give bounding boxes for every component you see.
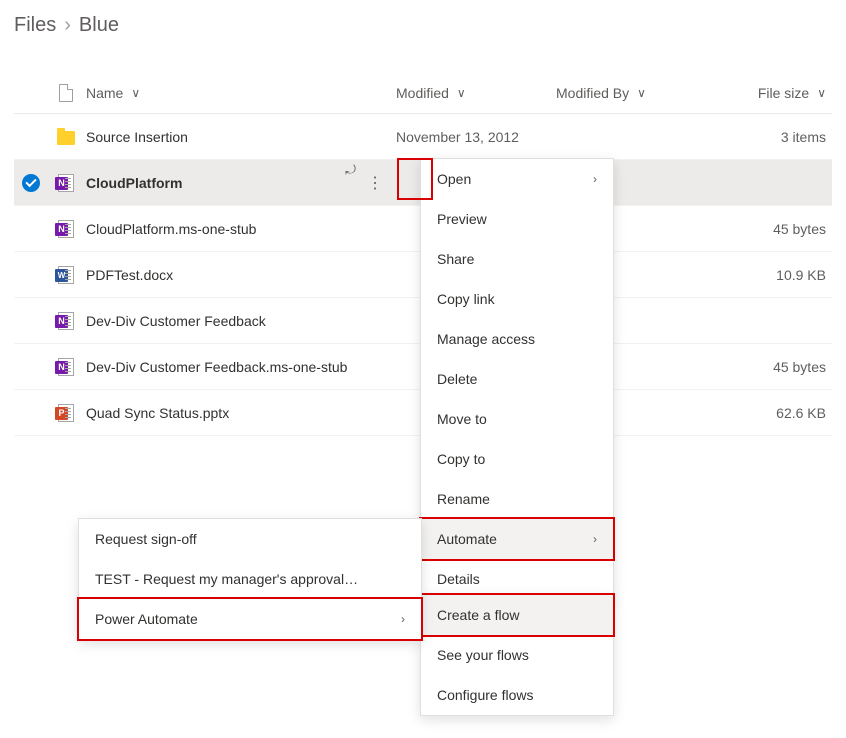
automate-submenu-item[interactable]: See your flows: [421, 635, 613, 675]
selected-check-icon[interactable]: [22, 174, 40, 192]
file-name[interactable]: CloudPlatform.ms-one-stub: [86, 221, 256, 237]
column-modified-by[interactable]: Modified By ∨: [556, 85, 712, 101]
automate-submenu: Create a flow See your flows Configure flo…: [420, 594, 614, 716]
power-automate-submenu: Request sign-off TEST - Request my manage…: [78, 518, 422, 640]
onenote-icon: [58, 358, 74, 376]
menu-item-label: Create a flow: [437, 607, 519, 623]
context-menu-item[interactable]: Move to: [421, 399, 613, 439]
power-automate-submenu-item[interactable]: TEST - Request my manager's approval…: [79, 559, 421, 599]
chevron-down-icon: ∨: [637, 86, 646, 100]
chevron-right-icon: ›: [593, 172, 597, 186]
menu-item-label: Open: [437, 171, 471, 187]
menu-item-label: Delete: [437, 371, 477, 387]
column-headers: Name ∨ Modified ∨ Modified By ∨ File siz…: [14, 72, 832, 114]
chevron-right-icon: ›: [64, 14, 71, 37]
file-size: 62.6 KB: [712, 405, 832, 421]
power-automate-submenu-item[interactable]: Power Automate ›: [79, 599, 421, 639]
column-modified-label: Modified: [396, 85, 449, 101]
file-name[interactable]: CloudPlatform: [86, 175, 182, 191]
menu-item-label: Request sign-off: [95, 531, 197, 547]
menu-item-label: TEST - Request my manager's approval…: [95, 571, 358, 587]
powerpoint-icon: [58, 404, 74, 422]
menu-item-label: Power Automate: [95, 611, 198, 627]
onenote-icon: [58, 312, 74, 330]
context-menu: Open › Preview Share Copy link Manage access D…: [420, 158, 614, 600]
file-size: 45 bytes: [712, 221, 832, 237]
file-size: 45 bytes: [712, 359, 832, 375]
column-size[interactable]: File size ∨: [712, 85, 832, 101]
chevron-down-icon: ∨: [457, 86, 466, 100]
column-modified-by-label: Modified By: [556, 85, 629, 101]
menu-item-label: Configure flows: [437, 687, 534, 703]
chevron-right-icon: ›: [593, 532, 597, 546]
menu-item-label: Share: [437, 251, 474, 267]
menu-item-label: Copy link: [437, 291, 495, 307]
context-menu-item[interactable]: Copy link: [421, 279, 613, 319]
menu-item-label: Move to: [437, 411, 487, 427]
chevron-down-icon: ∨: [131, 86, 140, 100]
menu-item-label: See your flows: [437, 647, 529, 663]
menu-item-label: Manage access: [437, 331, 535, 347]
breadcrumb-current: Blue: [79, 14, 119, 37]
breadcrumb-root[interactable]: Files: [14, 14, 56, 37]
context-menu-item[interactable]: Rename: [421, 479, 613, 519]
power-automate-submenu-item[interactable]: Request sign-off: [79, 519, 421, 559]
onenote-icon: [58, 220, 74, 238]
file-name[interactable]: Dev-Div Customer Feedback.ms-one-stub: [86, 359, 347, 375]
context-menu-item[interactable]: Share: [421, 239, 613, 279]
context-menu-item[interactable]: Open ›: [421, 159, 613, 199]
file-size: 10.9 KB: [712, 267, 832, 283]
menu-item-label: Copy to: [437, 451, 485, 467]
breadcrumb: Files › Blue: [14, 14, 119, 37]
menu-item-label: Rename: [437, 491, 490, 507]
chevron-down-icon: ∨: [817, 86, 826, 100]
file-name[interactable]: Quad Sync Status.pptx: [86, 405, 229, 421]
context-menu-item[interactable]: Automate ›: [421, 519, 613, 559]
automate-submenu-item[interactable]: Create a flow: [421, 595, 613, 635]
context-menu-item[interactable]: Preview: [421, 199, 613, 239]
menu-item-label: Details: [437, 571, 480, 587]
menu-item-label: Preview: [437, 211, 487, 227]
column-size-label: File size: [758, 85, 809, 101]
column-type-icon[interactable]: [48, 84, 84, 102]
context-menu-item[interactable]: Manage access: [421, 319, 613, 359]
menu-item-label: Automate: [437, 531, 497, 547]
file-name[interactable]: PDFTest.docx: [86, 267, 173, 283]
file-name[interactable]: Dev-Div Customer Feedback: [86, 313, 266, 329]
column-name-label: Name: [86, 85, 123, 101]
column-modified[interactable]: Modified ∨: [396, 85, 556, 101]
file-modified: November 13, 2012: [396, 129, 556, 145]
context-menu-item[interactable]: Delete: [421, 359, 613, 399]
onenote-icon: [58, 174, 74, 192]
column-name[interactable]: Name ∨: [84, 85, 396, 101]
chevron-right-icon: ›: [401, 612, 405, 626]
file-row[interactable]: Source Insertion November 13, 2012 3 items: [14, 114, 832, 160]
more-actions-button[interactable]: [360, 162, 390, 204]
word-icon: [58, 266, 74, 284]
file-name[interactable]: Source Insertion: [86, 129, 188, 145]
file-size: 3 items: [712, 129, 832, 145]
automate-submenu-item[interactable]: Configure flows: [421, 675, 613, 715]
context-menu-item[interactable]: Details: [421, 559, 613, 599]
share-icon[interactable]: ⤾: [345, 162, 356, 204]
file-icon: [59, 84, 73, 102]
folder-icon: [57, 131, 75, 145]
context-menu-item[interactable]: Copy to: [421, 439, 613, 479]
